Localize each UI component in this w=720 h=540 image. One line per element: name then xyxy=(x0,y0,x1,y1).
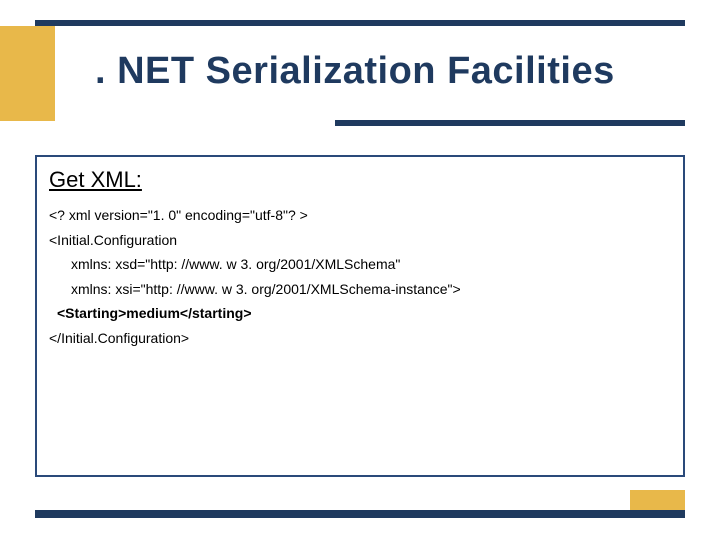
subtitle-rule xyxy=(335,120,685,126)
top-rule xyxy=(35,20,685,26)
xml-listing: <? xml version="1. 0" encoding="utf-8"? … xyxy=(49,203,671,350)
code-line: <Initial.Configuration xyxy=(49,228,671,253)
title-accent-block xyxy=(0,26,55,121)
section-heading: Get XML: xyxy=(49,167,671,193)
code-line: <? xml version="1. 0" encoding="utf-8"? … xyxy=(49,203,671,228)
slide-title: . NET Serialization Facilities xyxy=(95,50,615,93)
bottom-rule xyxy=(35,510,685,518)
code-line-emphasis: <Starting>medium</starting> xyxy=(49,301,671,326)
code-line: </Initial.Configuration> xyxy=(49,326,671,351)
title-area: . NET Serialization Facilities xyxy=(0,42,720,112)
code-line: xmlns: xsi="http: //www. w 3. org/2001/X… xyxy=(49,277,671,302)
code-panel: Get XML: <? xml version="1. 0" encoding=… xyxy=(35,155,685,477)
code-line: xmlns: xsd="http: //www. w 3. org/2001/X… xyxy=(49,252,671,277)
